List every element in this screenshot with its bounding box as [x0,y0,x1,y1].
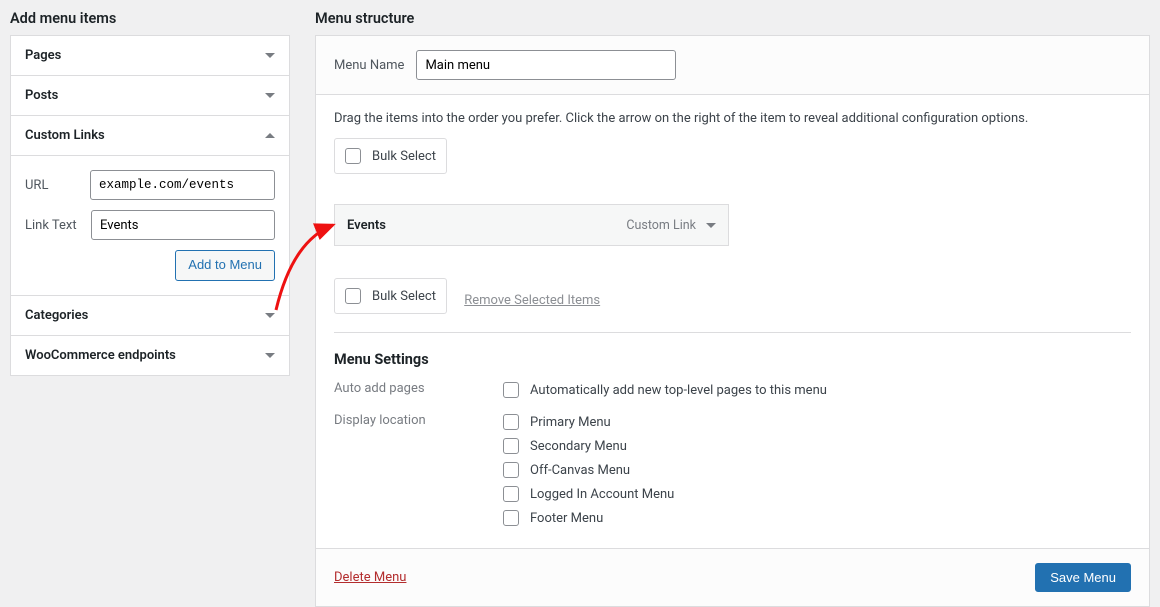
display-location-label: Display location [334,410,499,428]
location-label: Footer Menu [530,511,603,526]
location-label: Off-Canvas Menu [530,463,630,478]
menu-settings-heading: Menu Settings [334,351,1131,368]
accordion-pages[interactable]: Pages [11,36,289,76]
add-items-accordion: Pages Posts Custom Links URL Link Text [10,35,290,376]
auto-add-label: Auto add pages [334,378,499,396]
location-footer[interactable]: Footer Menu [499,506,1131,530]
chevron-up-icon [265,133,275,138]
menu-structure-panel: Menu Name Drag the items into the order … [315,35,1150,607]
link-text-label: Link Text [25,218,83,233]
menu-item-type: Custom Link [626,218,696,233]
accordion-woocommerce[interactable]: WooCommerce endpoints [11,336,289,375]
chevron-down-icon [706,223,716,228]
location-checkbox[interactable] [503,462,519,478]
location-secondary[interactable]: Secondary Menu [499,434,1131,458]
accordion-woocommerce-label: WooCommerce endpoints [25,348,176,363]
bulk-select-checkbox[interactable] [345,148,361,164]
menu-structure-heading: Menu structure [315,10,1150,27]
accordion-custom-links-label: Custom Links [25,128,105,143]
accordion-posts-label: Posts [25,88,58,103]
location-label: Primary Menu [530,415,611,430]
menu-item-events[interactable]: Events Custom Link [334,204,729,246]
bulk-select-label: Bulk Select [372,289,436,304]
location-primary[interactable]: Primary Menu [499,410,1131,434]
menu-name-label: Menu Name [334,58,404,73]
location-checkbox[interactable] [503,486,519,502]
url-label: URL [25,178,82,193]
chevron-down-icon [265,313,275,318]
menu-item-title: Events [347,218,386,233]
add-to-menu-button[interactable]: Add to Menu [175,250,275,281]
save-menu-button[interactable]: Save Menu [1035,563,1131,592]
link-text-input[interactable] [91,210,275,240]
accordion-posts[interactable]: Posts [11,76,289,116]
add-menu-items-heading: Add menu items [10,10,290,27]
auto-add-option[interactable]: Automatically add new top-level pages to… [499,378,1131,402]
url-input[interactable] [90,170,275,200]
accordion-pages-label: Pages [25,48,61,63]
auto-add-text: Automatically add new top-level pages to… [530,383,827,398]
location-off-canvas[interactable]: Off-Canvas Menu [499,458,1131,482]
bulk-select-bottom[interactable]: Bulk Select [334,278,447,314]
remove-selected-link: Remove Selected Items [464,293,600,308]
bulk-select-checkbox[interactable] [345,288,361,304]
location-checkbox[interactable] [503,438,519,454]
instructions-text: Drag the items into the order you prefer… [334,111,1131,126]
bulk-select-top[interactable]: Bulk Select [334,138,447,174]
accordion-categories-label: Categories [25,308,88,323]
accordion-custom-links[interactable]: Custom Links [11,116,289,156]
bulk-select-label: Bulk Select [372,149,436,164]
custom-links-body: URL Link Text Add to Menu [11,156,289,296]
location-checkbox[interactable] [503,414,519,430]
location-logged-in[interactable]: Logged In Account Menu [499,482,1131,506]
chevron-down-icon [265,93,275,98]
menu-name-input[interactable] [416,50,676,80]
chevron-down-icon [265,353,275,358]
auto-add-checkbox[interactable] [503,382,519,398]
accordion-categories[interactable]: Categories [11,296,289,336]
location-checkbox[interactable] [503,510,519,526]
delete-menu-link[interactable]: Delete Menu [334,570,406,585]
location-label: Secondary Menu [530,439,627,454]
location-label: Logged In Account Menu [530,487,674,502]
chevron-down-icon [265,53,275,58]
